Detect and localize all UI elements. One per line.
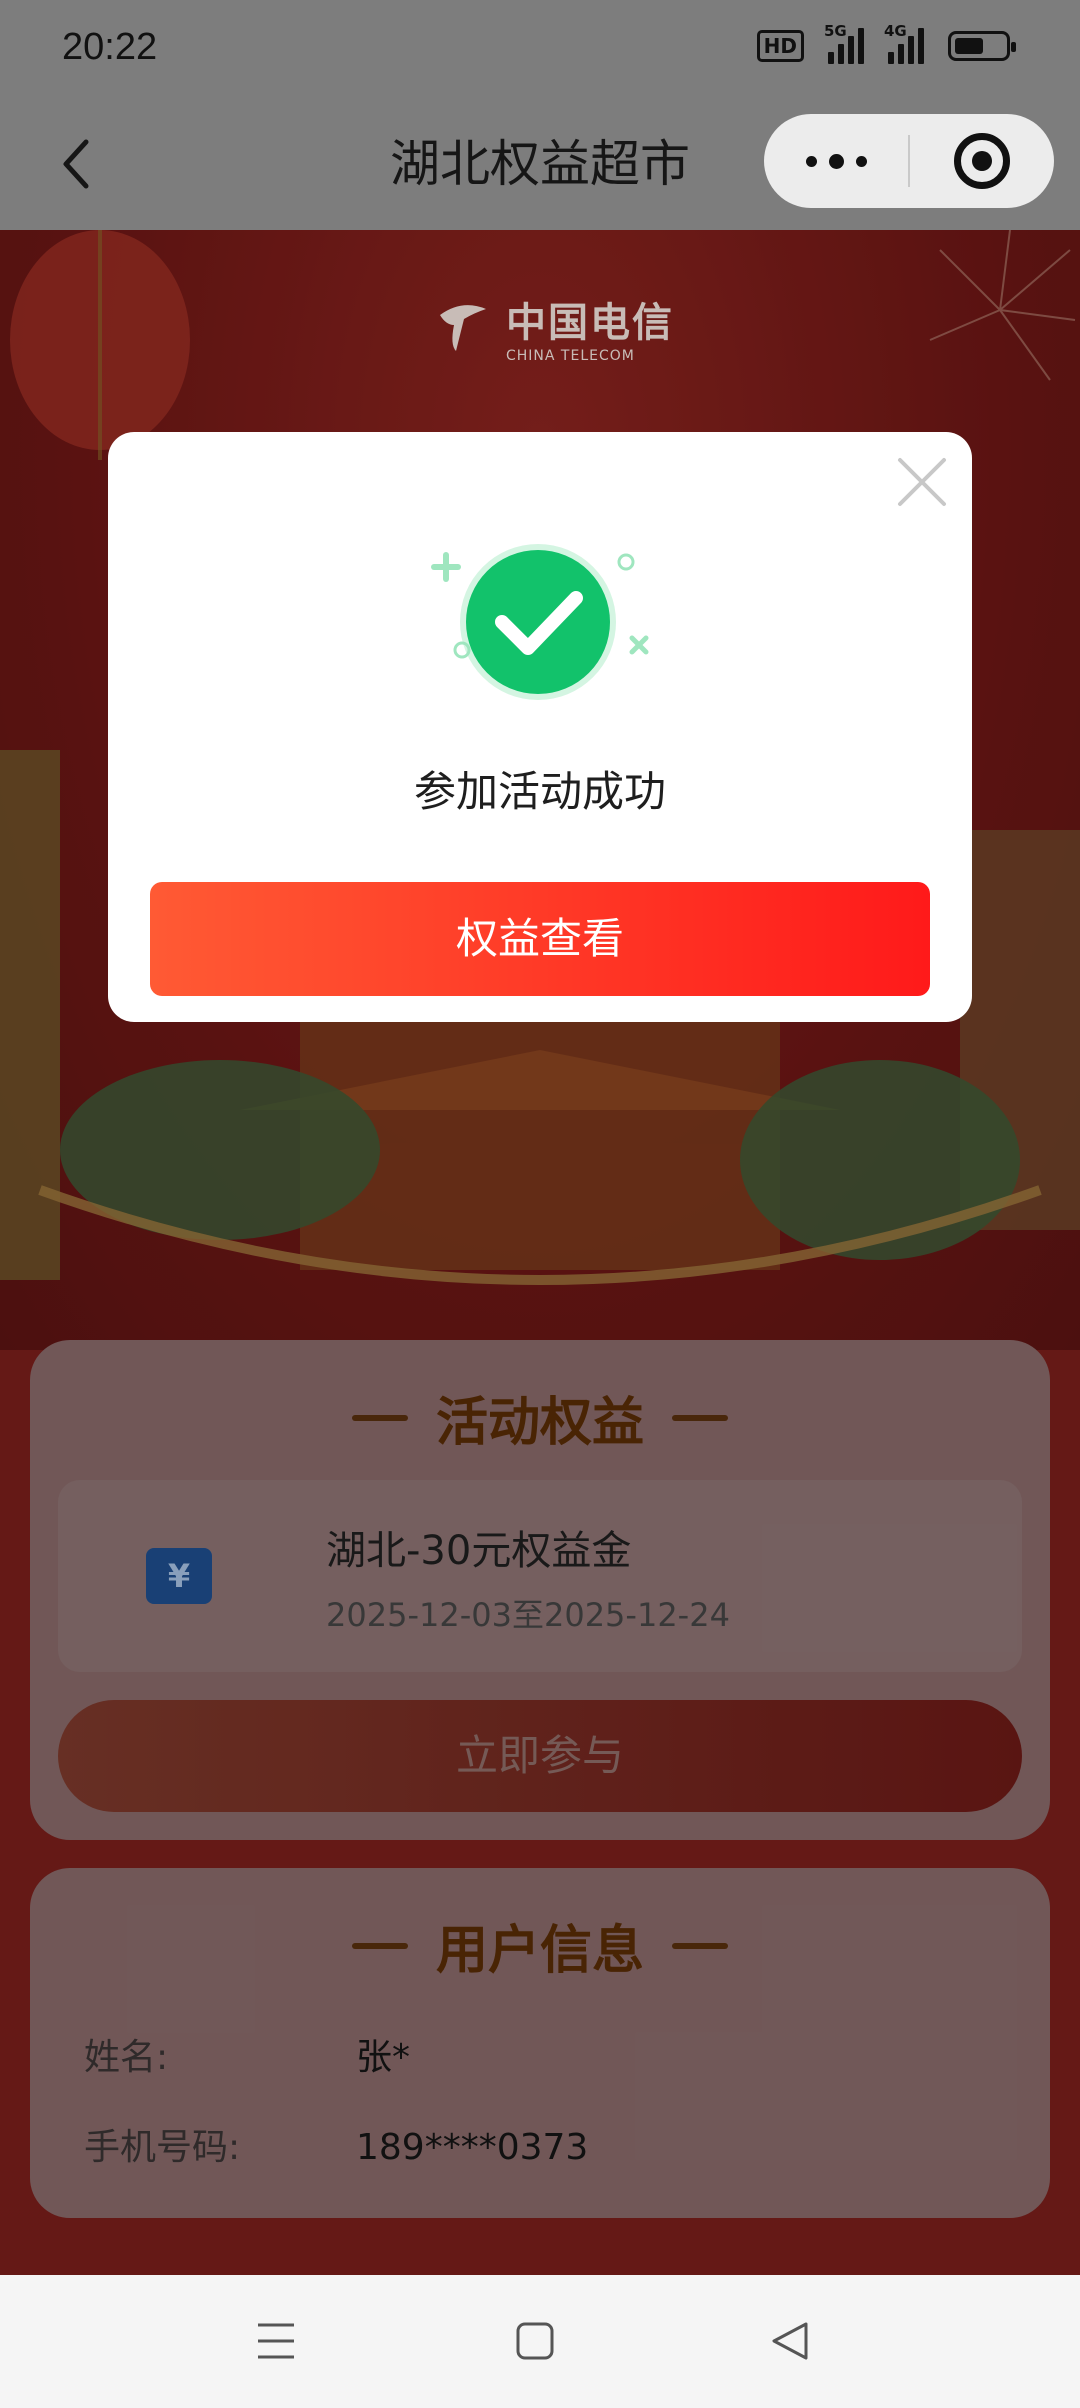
close-program-button[interactable]: [910, 133, 1054, 189]
status-icons: HD 5G 4G: [756, 22, 1016, 64]
success-dialog: 参加活动成功 权益查看: [108, 432, 972, 1022]
mini-program-capsule: [764, 114, 1054, 208]
close-icon[interactable]: [892, 452, 952, 512]
signal-5g-icon: 5G: [824, 22, 864, 64]
status-bar: 20:22 HD 5G 4G: [0, 0, 1080, 96]
recent-apps-icon[interactable]: [256, 2319, 296, 2363]
view-benefits-button[interactable]: 权益查看: [150, 882, 930, 996]
success-message: 参加活动成功: [413, 767, 666, 816]
target-icon: [954, 133, 1010, 189]
back-nav-icon[interactable]: [770, 2319, 810, 2363]
signal-4g-icon: 4G: [884, 22, 924, 64]
more-button[interactable]: [764, 153, 908, 169]
system-nav-bar: [0, 2275, 1080, 2408]
battery-icon: [948, 31, 1016, 61]
status-time: 20:22: [62, 26, 158, 68]
success-check-icon: [431, 544, 649, 700]
home-icon[interactable]: [515, 2319, 555, 2363]
title-bar: 湖北权益超市: [0, 96, 1080, 230]
more-icon: [805, 155, 817, 167]
hd-icon: HD: [756, 30, 804, 62]
